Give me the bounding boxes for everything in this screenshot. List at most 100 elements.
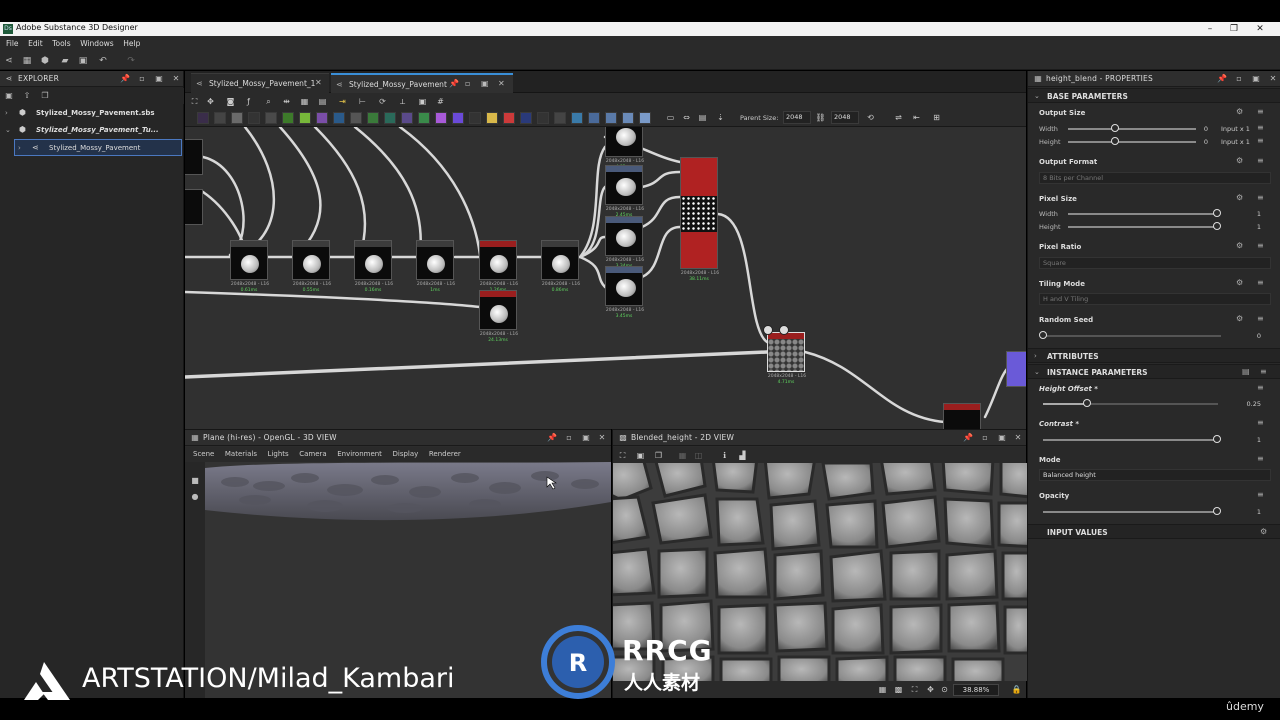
fit-view-icon[interactable]: ⛶	[617, 450, 628, 461]
pick-icon[interactable]: ⊙	[939, 684, 950, 695]
node-pin-icon[interactable]	[779, 325, 789, 335]
duplicate-icon[interactable]: ❐	[40, 91, 50, 101]
link-size-icon[interactable]: ⛓	[815, 112, 826, 123]
tab-close-icon[interactable]: ✕	[315, 78, 322, 87]
comment-icon[interactable]: ▭	[665, 112, 676, 123]
parent-size-select[interactable]: 2048	[783, 111, 811, 124]
light-icon[interactable]: ●	[190, 492, 200, 502]
options-icon[interactable]: ≡	[1257, 383, 1264, 392]
pixel-width-slider[interactable]	[1068, 213, 1218, 215]
maximize-icon[interactable]: ▣	[997, 433, 1007, 443]
node-edge-icon[interactable]	[537, 112, 549, 124]
float-icon[interactable]: ▫	[137, 74, 147, 84]
pin-icon[interactable]: 📌	[120, 74, 130, 84]
graph-node-output[interactable]	[1006, 351, 1026, 387]
pin-icon[interactable]: 📌	[963, 433, 973, 443]
distribute-icon[interactable]: ▤	[697, 112, 708, 123]
node-tile-icon[interactable]	[350, 112, 362, 124]
options-icon[interactable]: ≡	[1257, 418, 1264, 427]
pin-icon[interactable]: 📌	[449, 79, 459, 88]
node-library-icon[interactable]	[197, 112, 209, 124]
node-mask-icon[interactable]	[554, 112, 566, 124]
align-nodes-icon[interactable]: ⇔	[681, 112, 692, 123]
connect-icon[interactable]: ⇌	[893, 112, 904, 123]
section-input-values[interactable]: INPUT VALUES ⚙	[1028, 524, 1280, 539]
graph-params-icon[interactable]: ƒ	[243, 96, 254, 107]
float-icon[interactable]: ▫	[980, 433, 990, 443]
layout-icon[interactable]: ▤	[317, 96, 328, 107]
output-height-slider[interactable]	[1068, 141, 1196, 143]
graph-node-blend-3[interactable]: 2048x2048 - L16 0.16ms	[354, 240, 393, 293]
graph-node-blend-6[interactable]: 2048x2048 - L16 24.13ms	[479, 290, 518, 343]
expand-chevron-icon[interactable]: ›	[18, 144, 21, 152]
close-icon[interactable]: ✕	[1268, 74, 1278, 84]
mode-select[interactable]: Balanced height	[1039, 469, 1271, 481]
node-graph-icon[interactable]	[639, 112, 651, 124]
node-noise-icon[interactable]	[367, 112, 379, 124]
options-icon[interactable]: ≡	[1257, 193, 1264, 202]
options-icon[interactable]: ≡	[1257, 123, 1264, 132]
graph-node-transform-1[interactable]: 2048x2048 - L16 4.82ms	[605, 127, 644, 170]
tab-stylized-mossy-pavement-1[interactable]: ⋖ Stylized_Mossy_Pavement_1 ✕	[191, 73, 329, 93]
zoom-input[interactable]: 38.88%	[953, 684, 999, 696]
reset-icon[interactable]: ⟲	[865, 112, 876, 123]
tile-icon[interactable]: ▩	[893, 684, 904, 695]
float-icon[interactable]: ▫	[564, 433, 574, 443]
explorer-item-package-2[interactable]: ⌄ ⬢ Stylized_Mossy_Pavement_Tu...	[0, 122, 184, 139]
node-bitmap-icon[interactable]	[214, 112, 226, 124]
histogram-icon[interactable]: ▟	[737, 450, 748, 461]
node-output-icon[interactable]	[503, 112, 515, 124]
collapse-chevron-icon[interactable]: ⌄	[1034, 368, 1040, 376]
menu-materials[interactable]: Materials	[225, 447, 257, 462]
maximize-icon[interactable]: ▣	[1251, 74, 1261, 84]
graph-canvas[interactable]: 2048x2048 - L16 0.61ms 2048x2048 - L16 0…	[185, 127, 1026, 429]
graph-node-transform-2[interactable]: 2048x2048 - L16 2.45ms	[605, 165, 644, 218]
options-icon[interactable]: ≡	[1257, 454, 1264, 463]
node-levels-icon[interactable]	[299, 112, 311, 124]
graph-node-blend-4[interactable]: 2048x2048 - L16 1ms	[416, 240, 455, 293]
fit-icon[interactable]: ⛶	[909, 684, 920, 695]
node-pin-icon[interactable]	[622, 112, 634, 124]
tab-stylized-mossy-pavement[interactable]: ⋖ Stylized_Mossy_Pavement 📌 ▫ ▣ ✕	[331, 73, 513, 93]
frame-all-icon[interactable]: ⛶	[189, 96, 200, 107]
node-gradient-icon[interactable]	[282, 112, 294, 124]
pixel-height-knob[interactable]	[1213, 222, 1221, 230]
options-icon[interactable]: ≡	[1257, 490, 1264, 499]
options-icon[interactable]: ≡	[1257, 107, 1264, 116]
settings-icon[interactable]: ⚙	[1260, 527, 1267, 536]
menu-camera[interactable]: Camera	[299, 447, 326, 462]
close-icon[interactable]: ✕	[1013, 433, 1023, 443]
graph-node-height-blend[interactable]: 2048x2048 - L16 4.71ms	[767, 332, 806, 385]
pin-icon[interactable]: ⇣	[715, 112, 726, 123]
new-graph-icon[interactable]: ▦	[22, 56, 32, 66]
search-icon[interactable]: ⌕	[263, 96, 274, 107]
menu-file[interactable]: File	[6, 36, 19, 52]
maximize-icon[interactable]: ▣	[481, 79, 489, 88]
graph-node[interactable]	[185, 139, 203, 175]
options-icon[interactable]: ≡	[1257, 241, 1264, 250]
node-color-icon[interactable]	[418, 112, 430, 124]
output-width-knob[interactable]	[1111, 124, 1119, 132]
node-transform-icon[interactable]	[248, 112, 260, 124]
document-icon[interactable]: ▤	[1242, 367, 1250, 376]
function-icon[interactable]: ⚙	[1236, 241, 1243, 250]
close-icon[interactable]: ✕	[498, 79, 505, 88]
hierarchy-icon[interactable]: ⊞	[931, 112, 942, 123]
section-instance-parameters[interactable]: ⌄ INSTANCE PARAMETERS ▤ ≡	[1028, 364, 1280, 379]
menu-renderer[interactable]: Renderer	[429, 447, 461, 462]
open-folder-icon[interactable]: ▰	[60, 56, 70, 66]
grid-icon[interactable]: ▦	[877, 684, 888, 695]
camera-icon[interactable]: ◙	[225, 96, 236, 107]
float-icon[interactable]: ▫	[465, 79, 470, 88]
node-warp-icon[interactable]	[265, 112, 277, 124]
output-format-select[interactable]: 8 Bits per Channel	[1039, 172, 1271, 184]
output-width-slider[interactable]	[1068, 128, 1196, 130]
undo-icon[interactable]: ↶	[98, 56, 108, 66]
graph-node-blend-2[interactable]: 2048x2048 - L16 0.55ms	[292, 240, 331, 293]
graph-node-transform-3[interactable]: 2048x2048 - L16 3.34ms	[605, 216, 644, 269]
function-icon[interactable]: ⚙	[1236, 156, 1243, 165]
node-curve-icon[interactable]	[333, 112, 345, 124]
expand-chevron-icon[interactable]: ›	[1034, 352, 1037, 360]
graph-node[interactable]	[943, 403, 981, 429]
close-icon[interactable]: ✕	[1250, 22, 1270, 36]
